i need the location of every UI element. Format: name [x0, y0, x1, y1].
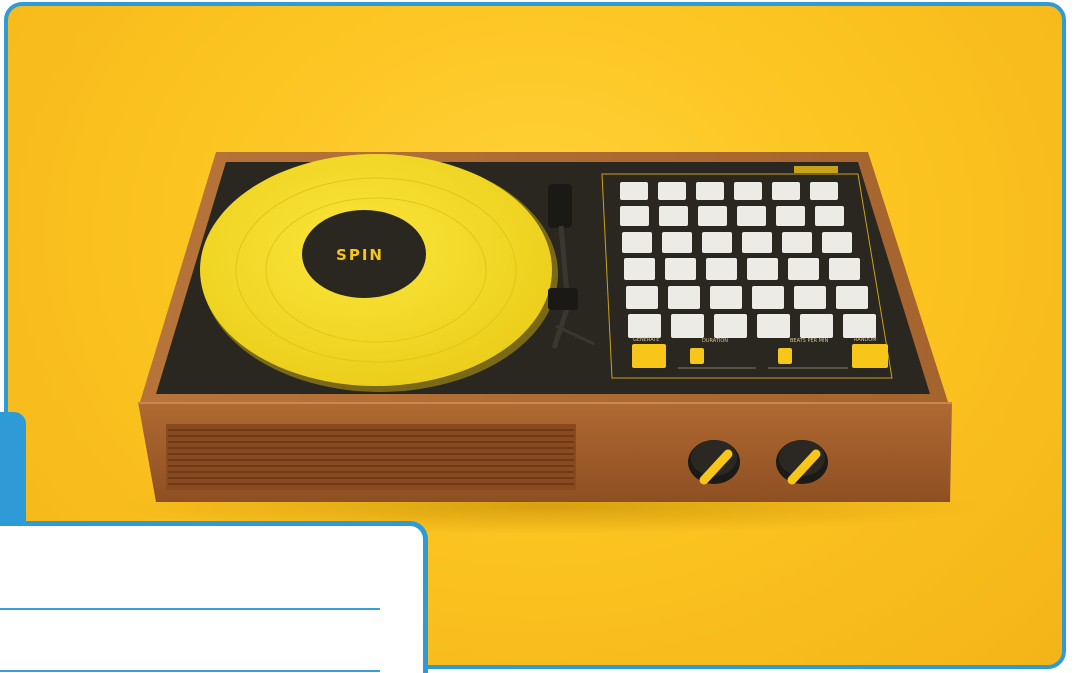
- duration-label: DURATION: [702, 338, 728, 344]
- knob-right: [776, 440, 828, 485]
- record-label-text: SPIN: [336, 246, 384, 264]
- generate-label: GENERATE: [633, 337, 659, 343]
- vinyl-record: SPIN: [200, 154, 558, 392]
- caption-divider-1: [0, 608, 380, 610]
- bpm-label: BEATS PER MIN: [790, 338, 828, 344]
- brand-plate: [794, 166, 838, 173]
- caption-divider-2: [0, 670, 380, 672]
- bpm-slider-thumb: [778, 348, 792, 364]
- random-button: [852, 344, 888, 368]
- speaker-grille: [166, 424, 576, 490]
- random-label: RANDOM: [854, 337, 877, 343]
- knob-left: [688, 440, 740, 485]
- duration-slider-thumb: [690, 348, 704, 364]
- generate-button: [632, 344, 666, 368]
- caption-card: [0, 521, 428, 673]
